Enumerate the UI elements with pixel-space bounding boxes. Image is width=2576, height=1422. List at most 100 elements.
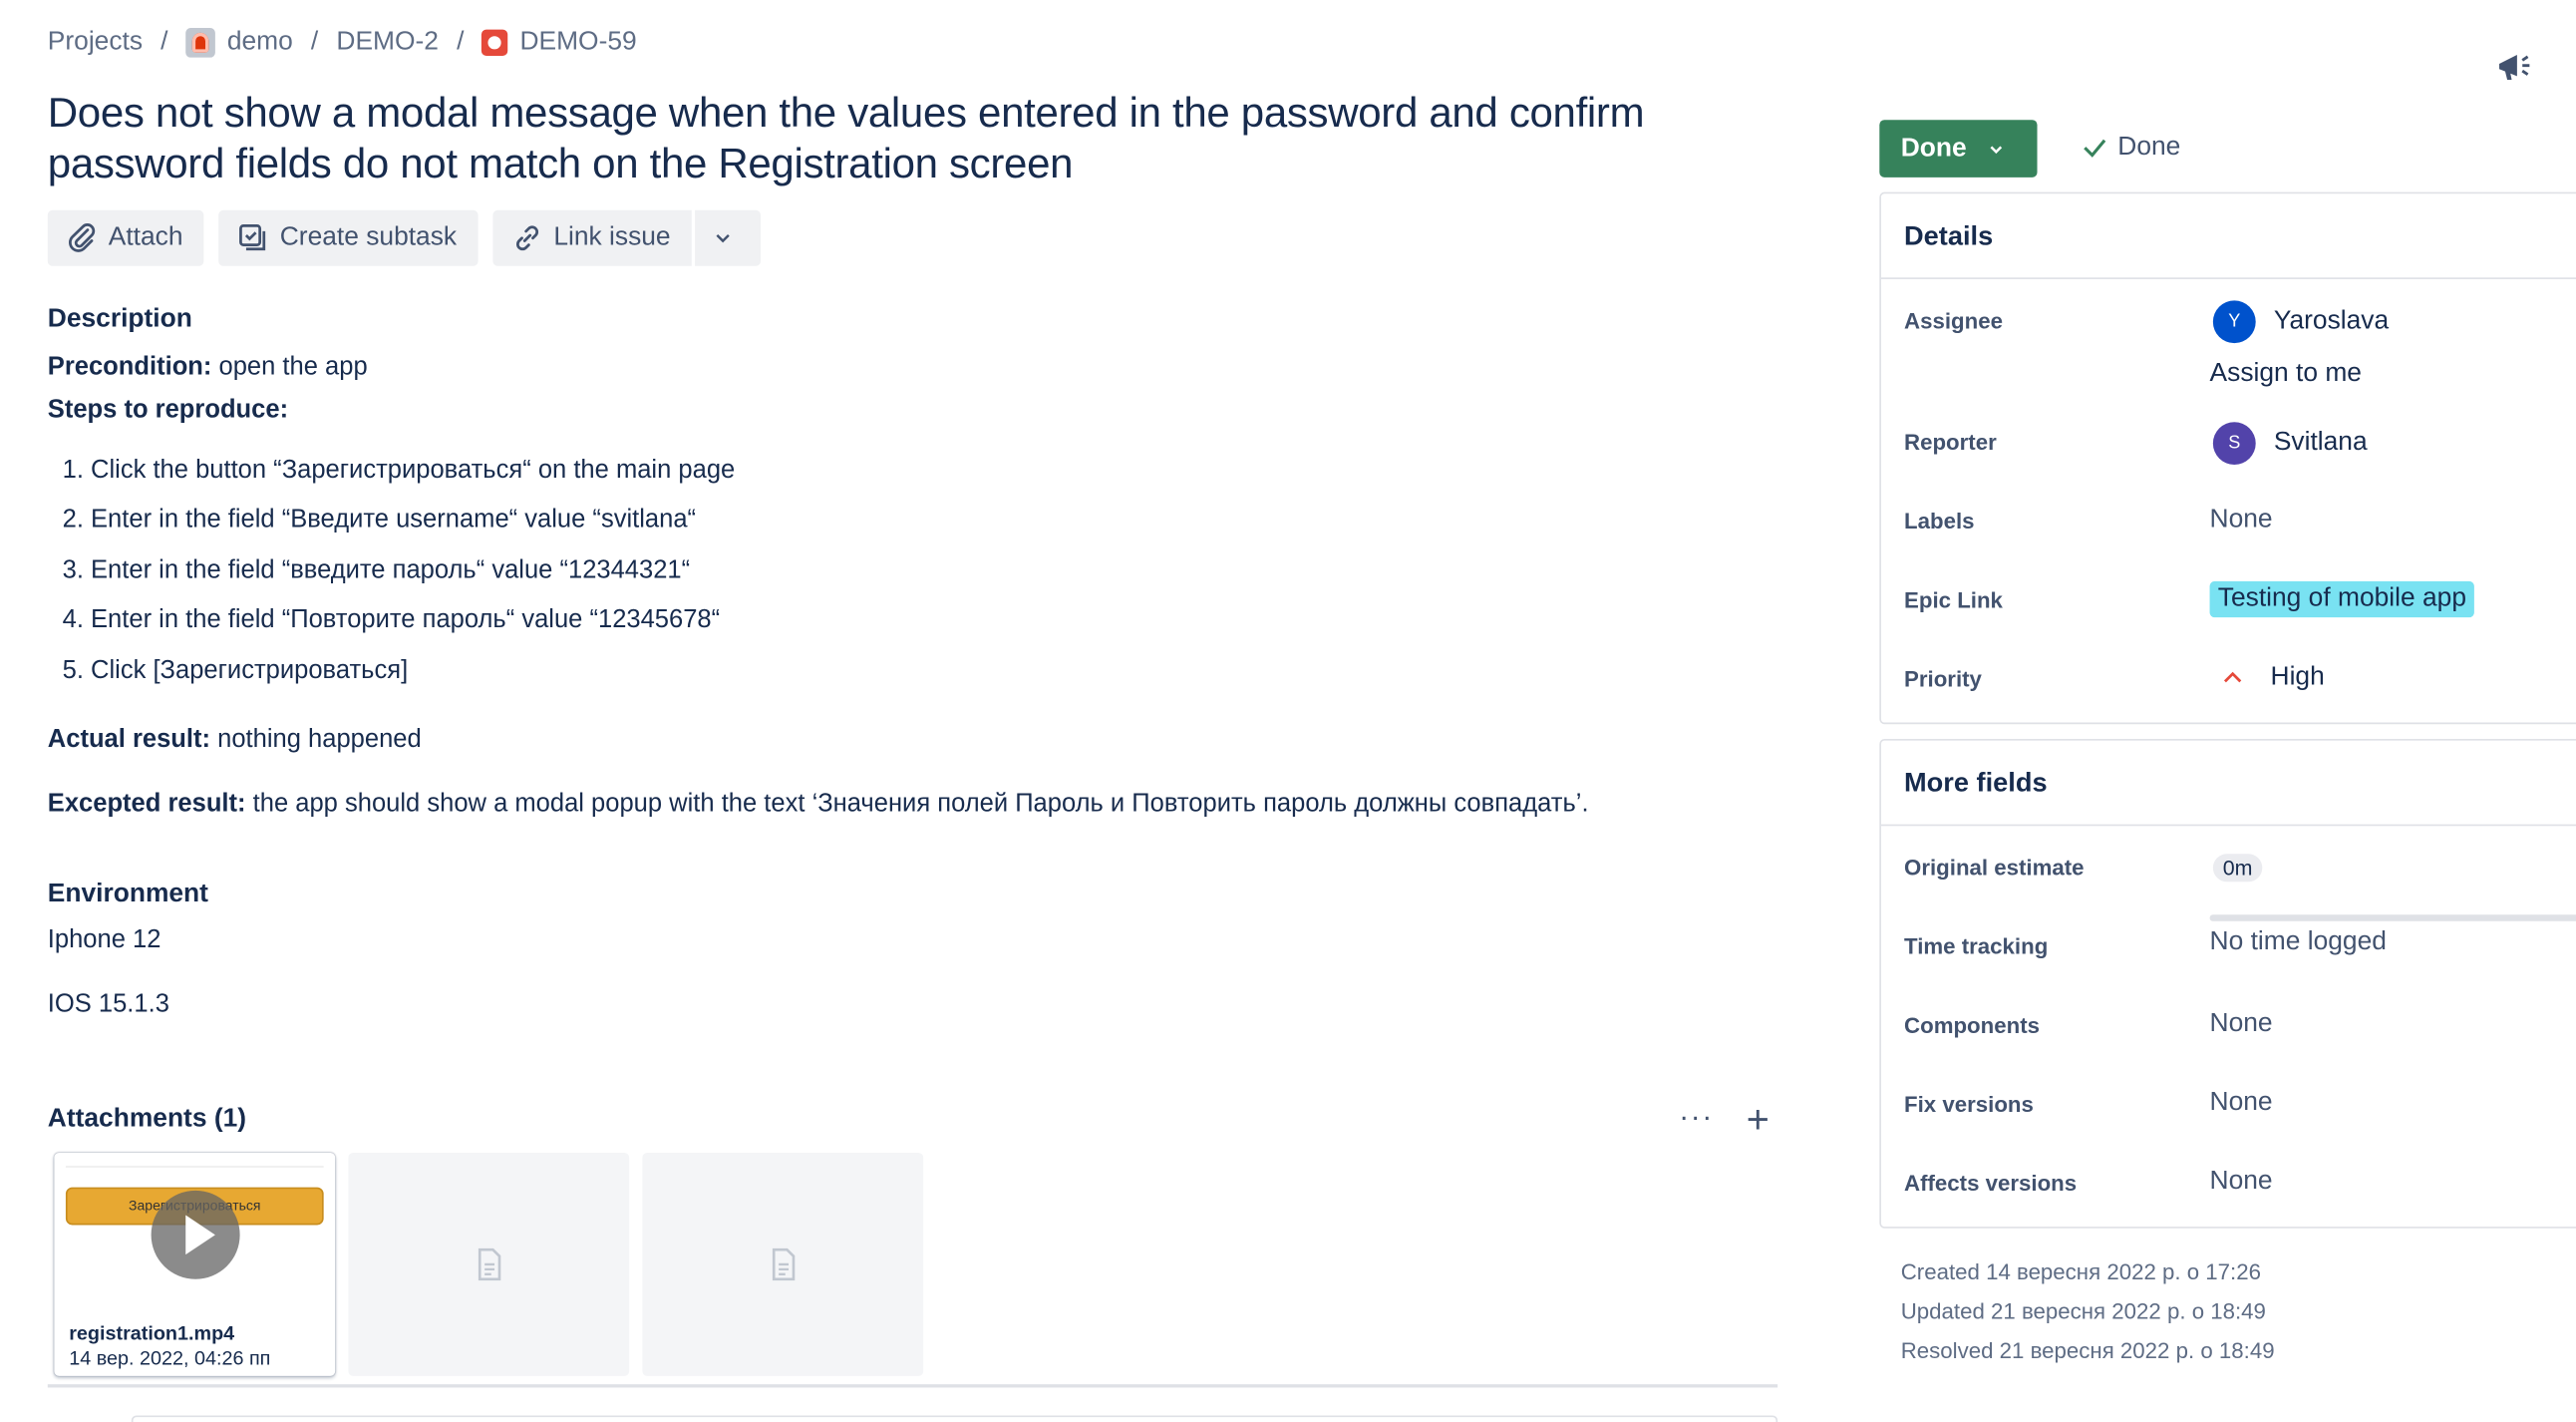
link-icon xyxy=(515,225,538,251)
breadcrumb-issue-key[interactable]: DEMO-59 xyxy=(519,28,636,58)
fix-versions-label: Fix versions xyxy=(1904,1092,2034,1117)
updated-timestamp: Updated 21 вересня 2022 р. о 18:49 xyxy=(1900,1298,2266,1324)
epic-lozenge[interactable]: Testing of mobile app xyxy=(2209,580,2475,618)
environment-heading: Environment xyxy=(47,880,208,908)
breadcrumb-project[interactable]: demo xyxy=(227,28,293,58)
epic-link-label: Epic Link xyxy=(1904,587,2003,613)
breadcrumb-projects[interactable]: Projects xyxy=(48,28,143,58)
reporter-label: Reporter xyxy=(1904,430,1997,456)
epic-link-value[interactable]: Testing of mobile app xyxy=(2209,580,2475,618)
assign-to-me-link[interactable]: Assign to me xyxy=(2210,360,2362,390)
megaphone-icon[interactable] xyxy=(2494,46,2537,89)
labels-value[interactable]: None xyxy=(2210,506,2273,535)
attachments-header: Attachments (1) ··· + xyxy=(47,1099,1776,1143)
link-issue-label: Link issue xyxy=(553,222,671,251)
attach-button[interactable]: Attach xyxy=(47,209,204,266)
expected-label: Excepted result: xyxy=(47,790,246,819)
created-timestamp: Created 14 вересня 2022 р. о 17:26 xyxy=(1900,1259,2261,1284)
priority-high-icon xyxy=(2223,671,2242,683)
breadcrumb-separator: / xyxy=(457,27,465,56)
avatar: S xyxy=(2212,422,2256,466)
steps-heading: Steps to reproduce: xyxy=(48,396,288,426)
estimate-lozenge: 0m xyxy=(2212,854,2263,883)
breadcrumb: Projects / demo / DEMO-2 / DEMO-59 xyxy=(48,26,637,59)
assignee-name: Yaroslava xyxy=(2273,306,2390,335)
components-value[interactable]: None xyxy=(2210,1010,2273,1040)
bug-icon xyxy=(482,29,508,56)
list-item: 3. Enter in the field “введите пароль“ v… xyxy=(62,555,691,584)
time-tracking-value[interactable]: No time logged xyxy=(2210,927,2387,957)
comment-input[interactable] xyxy=(131,1415,1778,1422)
add-attachment-icon[interactable]: + xyxy=(1747,1099,1770,1145)
time-tracking-label: Time tracking xyxy=(1904,933,2049,959)
affects-versions-value[interactable]: None xyxy=(2210,1168,2273,1198)
priority-value[interactable]: High xyxy=(2210,663,2325,693)
assignee-label: Assignee xyxy=(1904,308,2003,334)
issue-title[interactable]: Does not show a modal message when the v… xyxy=(48,89,1691,190)
precondition-line: Precondition: open the app xyxy=(48,353,368,383)
document-icon xyxy=(772,1247,796,1281)
create-subtask-label: Create subtask xyxy=(279,222,458,251)
attachment-file-name: registration1.mp4 xyxy=(69,1321,235,1345)
attachment-card[interactable]: Зарегистрироваться registration1.mp4 14 … xyxy=(54,1152,336,1376)
status-button[interactable]: Done xyxy=(1879,120,2038,178)
status-label: Done xyxy=(1900,134,1967,163)
list-item: 2. Enter in the field “Введите username“… xyxy=(62,506,697,534)
resolved-timestamp: Resolved 21 вересня 2022 р. о 18:49 xyxy=(1900,1338,2275,1363)
reporter-value[interactable]: S Svitlana xyxy=(2210,422,2368,466)
precondition-label: Precondition: xyxy=(47,353,212,382)
resolution: Done xyxy=(2080,133,2180,163)
breadcrumb-separator: / xyxy=(161,27,168,56)
environment-device: Iphone 12 xyxy=(47,925,161,954)
actual-label: Actual result: xyxy=(47,725,211,754)
list-item: 1. Click the button “Зарегистрироваться“… xyxy=(62,456,736,485)
document-icon xyxy=(478,1247,501,1281)
more-fields-panel: More fields Original estimate 0m Time tr… xyxy=(1879,739,2576,1229)
attach-label: Attach xyxy=(108,222,183,251)
paperclip-icon xyxy=(69,223,96,252)
actual-text: nothing happened xyxy=(210,725,422,754)
fix-versions-value[interactable]: None xyxy=(2210,1089,2273,1119)
environment-os: IOS 15.1.3 xyxy=(47,989,169,1018)
priority-label: Priority xyxy=(1904,666,1982,692)
priority-text: High xyxy=(2270,663,2325,692)
more-options-icon[interactable]: ··· xyxy=(1679,1102,1714,1132)
assignee-value[interactable]: Y Yaroslava xyxy=(2210,300,2390,344)
details-heading[interactable]: Details xyxy=(1880,193,2576,279)
list-item: 5. Click [Зарегистрироваться] xyxy=(62,655,409,684)
more-actions-button[interactable] xyxy=(695,209,762,266)
list-item: 4. Enter in the field “Повторите пароль“… xyxy=(62,605,721,634)
breadcrumb-parent-issue[interactable]: DEMO-2 xyxy=(336,28,439,58)
steps-list: 1. Click the button “Зарегистрироваться“… xyxy=(48,456,736,706)
labels-label: Labels xyxy=(1904,509,1975,534)
expected-result: Excepted result: the app should show a m… xyxy=(48,790,1589,820)
divider xyxy=(47,1384,1778,1388)
project-avatar-icon xyxy=(185,27,216,58)
link-issue-button[interactable]: Link issue xyxy=(492,209,693,266)
actual-result: Actual result: nothing happened xyxy=(48,726,422,756)
original-estimate-label: Original estimate xyxy=(1904,855,2085,881)
precondition-text: open the app xyxy=(211,353,368,382)
components-label: Components xyxy=(1904,1013,2040,1038)
attachment-placeholder xyxy=(642,1152,924,1376)
issue-action-bar: Attach Create subtask Link issue xyxy=(47,209,762,266)
attachments-heading: Attachments (1) xyxy=(47,1105,247,1134)
check-icon xyxy=(2084,139,2106,158)
play-icon[interactable] xyxy=(151,1190,240,1279)
create-subtask-button[interactable]: Create subtask xyxy=(218,209,479,266)
steps-label: Steps to reproduce: xyxy=(47,395,289,424)
video-preview: Зарегистрироваться xyxy=(65,1166,324,1307)
original-estimate-value[interactable]: 0m xyxy=(2210,854,2263,883)
chevron-down-icon xyxy=(716,234,730,243)
resolution-label: Done xyxy=(2117,133,2181,162)
time-tracking-bar xyxy=(2209,914,2576,921)
link-issue-group: Link issue xyxy=(492,209,762,266)
subtask-icon xyxy=(239,224,266,251)
attachment-placeholder xyxy=(348,1152,630,1376)
breadcrumb-separator: / xyxy=(310,27,319,56)
reporter-name: Svitlana xyxy=(2273,428,2368,457)
attachment-file-date: 14 вер. 2022, 04:26 пп xyxy=(69,1346,271,1370)
affects-versions-label: Affects versions xyxy=(1904,1171,2078,1196)
expected-text: the app should show a modal popup with t… xyxy=(245,790,1589,819)
more-fields-heading[interactable]: More fields xyxy=(1880,741,2576,827)
